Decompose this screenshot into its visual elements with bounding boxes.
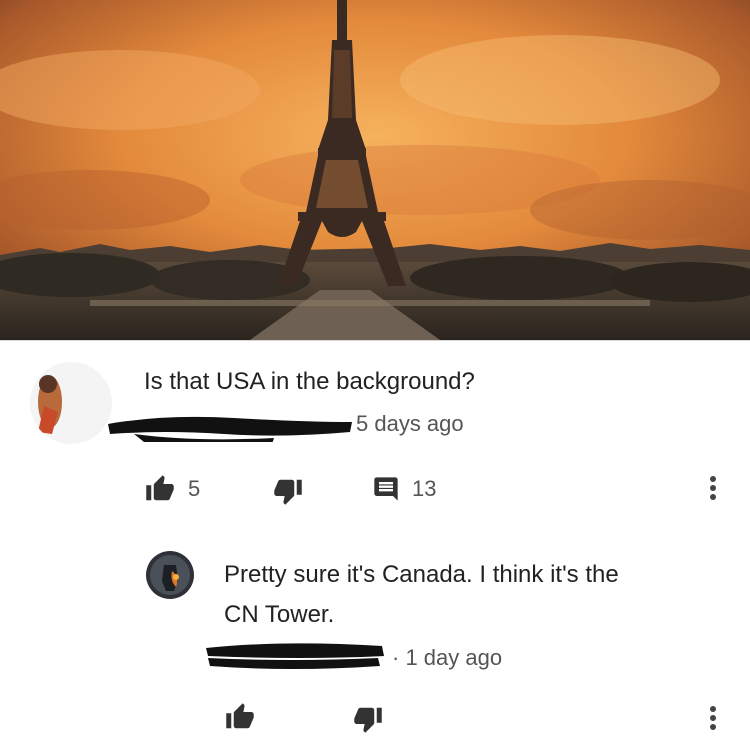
reply-text-line2: CN Tower.	[224, 601, 335, 628]
reply-count-button[interactable]: 13	[372, 474, 436, 504]
post-image[interactable]	[0, 0, 750, 340]
reply-more-button[interactable]	[698, 698, 728, 738]
comment-timestamp: 5 days ago	[356, 411, 464, 436]
like-count: 5	[188, 476, 201, 501]
thumb-down-icon	[274, 479, 302, 505]
avatar-image	[30, 362, 112, 444]
more-vert-icon-dot	[710, 724, 716, 730]
reply-timestamp: · 1 day ago	[392, 645, 503, 670]
commenter-avatar[interactable]	[30, 362, 112, 444]
dislike-button[interactable]	[272, 476, 304, 506]
comment-icon	[374, 477, 398, 501]
replier-avatar[interactable]	[146, 551, 194, 599]
redacted-username	[206, 643, 384, 669]
more-vert-icon-dot	[710, 494, 716, 500]
reply-dislike-button[interactable]	[352, 704, 384, 734]
more-vert-icon	[710, 476, 716, 482]
more-vert-icon-dot	[710, 485, 716, 491]
thumb-up-icon	[146, 475, 174, 501]
thumb-up-icon	[226, 703, 254, 729]
more-vert-icon-dot	[710, 715, 716, 721]
comment-more-button[interactable]	[698, 468, 728, 508]
thumb-down-icon	[354, 707, 382, 733]
reply-text-line1: Pretty sure it's Canada. I think it's th…	[224, 561, 619, 588]
like-button[interactable]: 5	[144, 474, 200, 504]
redacted-username	[108, 416, 352, 442]
more-vert-icon	[710, 706, 716, 712]
eiffel-tower-image	[0, 0, 750, 340]
divider	[0, 340, 750, 341]
avatar-image	[146, 551, 194, 599]
comment-text: Is that USA in the background?	[144, 368, 475, 395]
reply-count: 13	[412, 476, 437, 501]
reply-like-button[interactable]	[224, 702, 256, 732]
